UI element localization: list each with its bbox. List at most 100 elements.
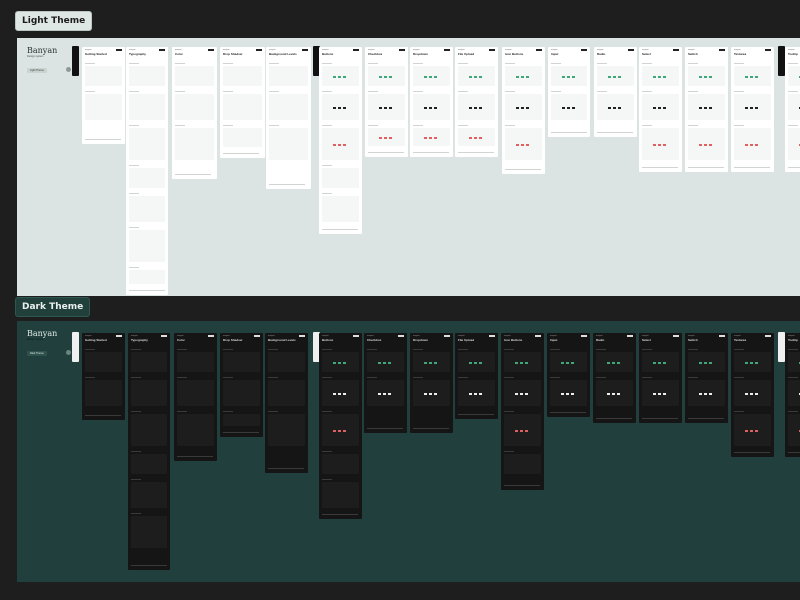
button-sample (653, 107, 656, 109)
button-sample (424, 137, 427, 139)
section-label (413, 63, 423, 64)
frame-badge (159, 49, 165, 51)
section-label (734, 377, 744, 378)
button-sample (755, 393, 758, 395)
frame-header: Banyan (177, 335, 184, 337)
frame-checkbox[interactable]: Banyan Checkbox (364, 333, 407, 433)
foundations-tag (72, 46, 79, 76)
components-tag (778, 332, 785, 362)
frame-background-levels[interactable]: Banyan Background Levels (265, 333, 308, 473)
frame-footer (413, 152, 449, 153)
button-sample (434, 107, 437, 109)
button-sample (424, 107, 427, 109)
frame-tooltip[interactable]: Banyan Tooltip (785, 333, 800, 457)
section-label (269, 91, 279, 92)
section-label (85, 377, 95, 378)
frame-title: Tooltip (788, 338, 798, 342)
example-block (177, 414, 214, 446)
example-block (85, 380, 122, 406)
section-label (642, 91, 652, 92)
button-sample (658, 76, 661, 78)
dark-theme-label[interactable]: Dark Theme (15, 297, 91, 317)
button-sample (383, 393, 386, 395)
frame-title: Textarea (734, 52, 747, 56)
section-label (131, 451, 141, 452)
section-label (269, 63, 279, 64)
frame-dropdown[interactable]: Banyan Dropdown (410, 47, 453, 157)
frame-title: Dropdown (413, 52, 428, 56)
frame-getting-started[interactable]: Banyan Getting Started (82, 333, 125, 420)
example-block (268, 380, 305, 406)
button-sample (567, 107, 570, 109)
button-sample (379, 107, 382, 109)
components-tag (778, 46, 785, 76)
frame-switch[interactable]: Banyan Switch (685, 333, 728, 423)
frame-getting-started[interactable]: Banyan Getting Started (82, 47, 125, 144)
button-sample (663, 362, 666, 364)
frame-radio[interactable]: Banyan Radio (594, 47, 637, 137)
frame-header: Banyan (596, 335, 603, 337)
section-label (550, 377, 560, 378)
button-sample (434, 362, 437, 364)
frame-textarea[interactable]: Banyan Textarea (731, 333, 774, 457)
frame-icon-buttons[interactable]: Banyan Icon Buttons (502, 47, 545, 174)
frame-badge (353, 49, 359, 51)
button-sample (750, 107, 753, 109)
frame-color[interactable]: Banyan Color (172, 47, 217, 179)
frame-badge (399, 49, 405, 51)
frame-buttons[interactable]: Banyan Buttons (319, 47, 362, 234)
frame-header: Banyan (85, 49, 92, 51)
frame-header: Banyan (688, 335, 695, 337)
button-sample (333, 430, 336, 432)
frame-drop-shadow[interactable]: Banyan Drop Shadow (220, 333, 263, 437)
frame-tooltip[interactable]: Banyan Tooltip (785, 47, 800, 172)
section-label (688, 125, 698, 126)
frame-input[interactable]: Banyan Input (547, 333, 590, 417)
frame-title: Select (642, 338, 651, 342)
frame-title: Getting Started (85, 338, 107, 342)
example-block (269, 128, 308, 160)
button-sample (750, 362, 753, 364)
frame-textarea[interactable]: Banyan Textarea (731, 47, 774, 172)
frame-file-upload[interactable]: Banyan File Upload (455, 47, 498, 157)
frame-radio[interactable]: Banyan Radio (593, 333, 636, 423)
frame-buttons[interactable]: Banyan Buttons (319, 333, 362, 519)
button-sample (572, 76, 575, 78)
button-sample (338, 430, 341, 432)
frame-header: Banyan (551, 49, 558, 51)
frame-badge (581, 49, 587, 51)
frame-drop-shadow[interactable]: Banyan Drop Shadow (220, 47, 265, 158)
frame-dropdown[interactable]: Banyan Dropdown (410, 333, 453, 433)
frame-header: Banyan (131, 335, 138, 337)
button-sample (618, 107, 621, 109)
section-label (129, 91, 139, 92)
frame-typography[interactable]: Banyan Typography (128, 333, 170, 570)
section-label (175, 91, 185, 92)
frame-icon-buttons[interactable]: Banyan Icon Buttons (501, 333, 544, 490)
section-label (175, 63, 185, 64)
example-block (175, 94, 214, 120)
frame-select[interactable]: Banyan Select (639, 333, 682, 423)
frame-background-levels[interactable]: Banyan Background Levels (266, 47, 311, 189)
frame-checkbox[interactable]: Banyan Checkbox (365, 47, 408, 157)
frame-footer (413, 428, 449, 429)
section-label (85, 91, 95, 92)
frame-title: Radio (597, 52, 606, 56)
frame-file-upload[interactable]: Banyan File Upload (455, 333, 498, 419)
light-theme-label[interactable]: Light Theme (15, 11, 93, 31)
logo-icon (66, 350, 71, 355)
frame-badge (161, 335, 167, 337)
example-block (85, 352, 122, 372)
frame-typography[interactable]: Banyan Typography (126, 47, 168, 295)
frame-input[interactable]: Banyan Input (548, 47, 590, 137)
button-sample (343, 430, 346, 432)
button-sample (429, 362, 432, 364)
button-sample (379, 76, 382, 78)
frame-switch[interactable]: Banyan Switch (685, 47, 728, 172)
frame-footer (131, 565, 167, 566)
example-block (131, 482, 167, 508)
frame-select[interactable]: Banyan Select (639, 47, 682, 172)
frame-color[interactable]: Banyan Color (174, 333, 217, 461)
button-sample (562, 76, 565, 78)
frame-badge (673, 49, 679, 51)
